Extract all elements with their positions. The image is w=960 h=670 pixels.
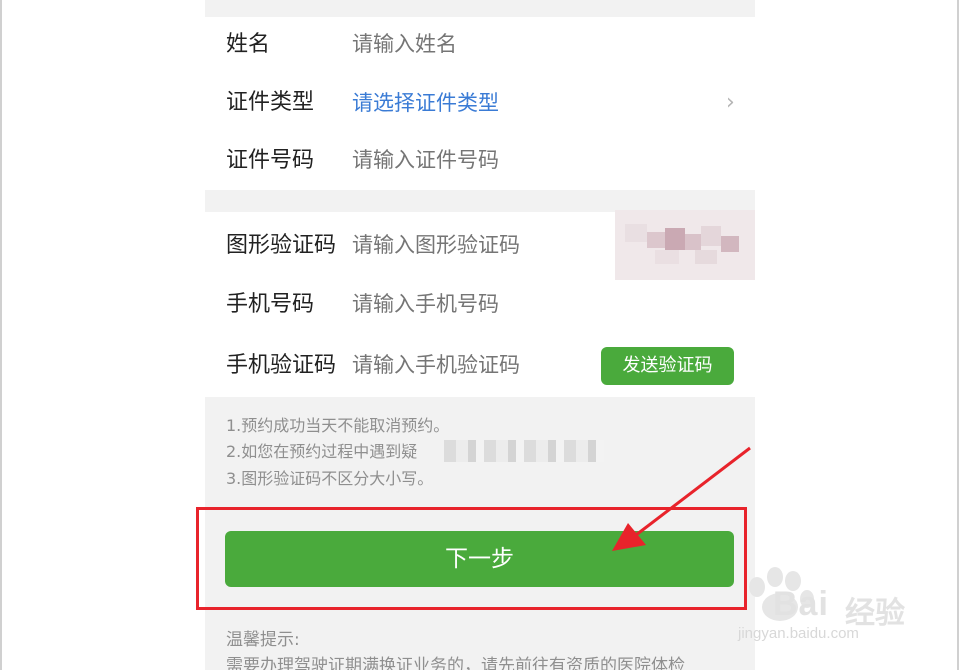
watermark-brand: Bai [773,585,829,623]
watermark-url: jingyan.baidu.com [738,625,859,642]
